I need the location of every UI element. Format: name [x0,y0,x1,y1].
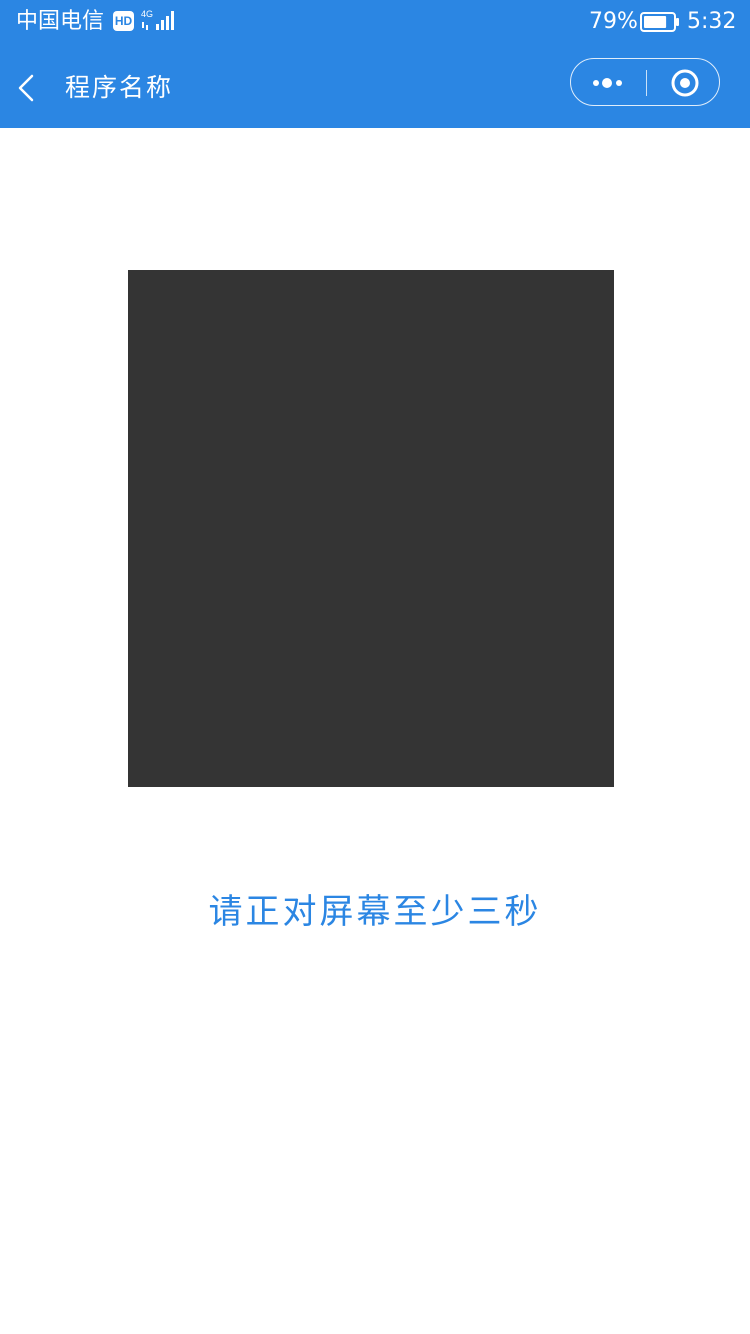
clock: 5:32 [687,9,737,34]
battery-icon [640,12,679,32]
target-close-icon [671,69,699,97]
face-instruction-text: 请正对屏幕至少三秒 [0,888,750,936]
chevron-left-icon [18,74,34,102]
header: 中国电信 HD 4G 79% 5:32 程序名称 [0,0,750,128]
carrier-label: 中国电信 [16,9,105,34]
hd-badge: HD [113,11,134,31]
more-dots-icon [593,78,622,88]
status-bar: 中国电信 HD 4G 79% 5:32 [0,0,750,44]
battery-level-fill [644,16,667,28]
signal-icon: 4G [141,9,174,30]
page-title: 程序名称 [65,73,174,102]
battery-percent: 79% [589,9,638,34]
close-button[interactable] [647,59,719,105]
more-button[interactable] [571,59,645,105]
menu-capsule [570,58,720,106]
back-button[interactable] [10,64,50,112]
camera-preview [128,270,614,787]
network-type-label: 4G [141,9,153,19]
instruction-label: 请正对屏幕至少三秒 [208,892,542,932]
